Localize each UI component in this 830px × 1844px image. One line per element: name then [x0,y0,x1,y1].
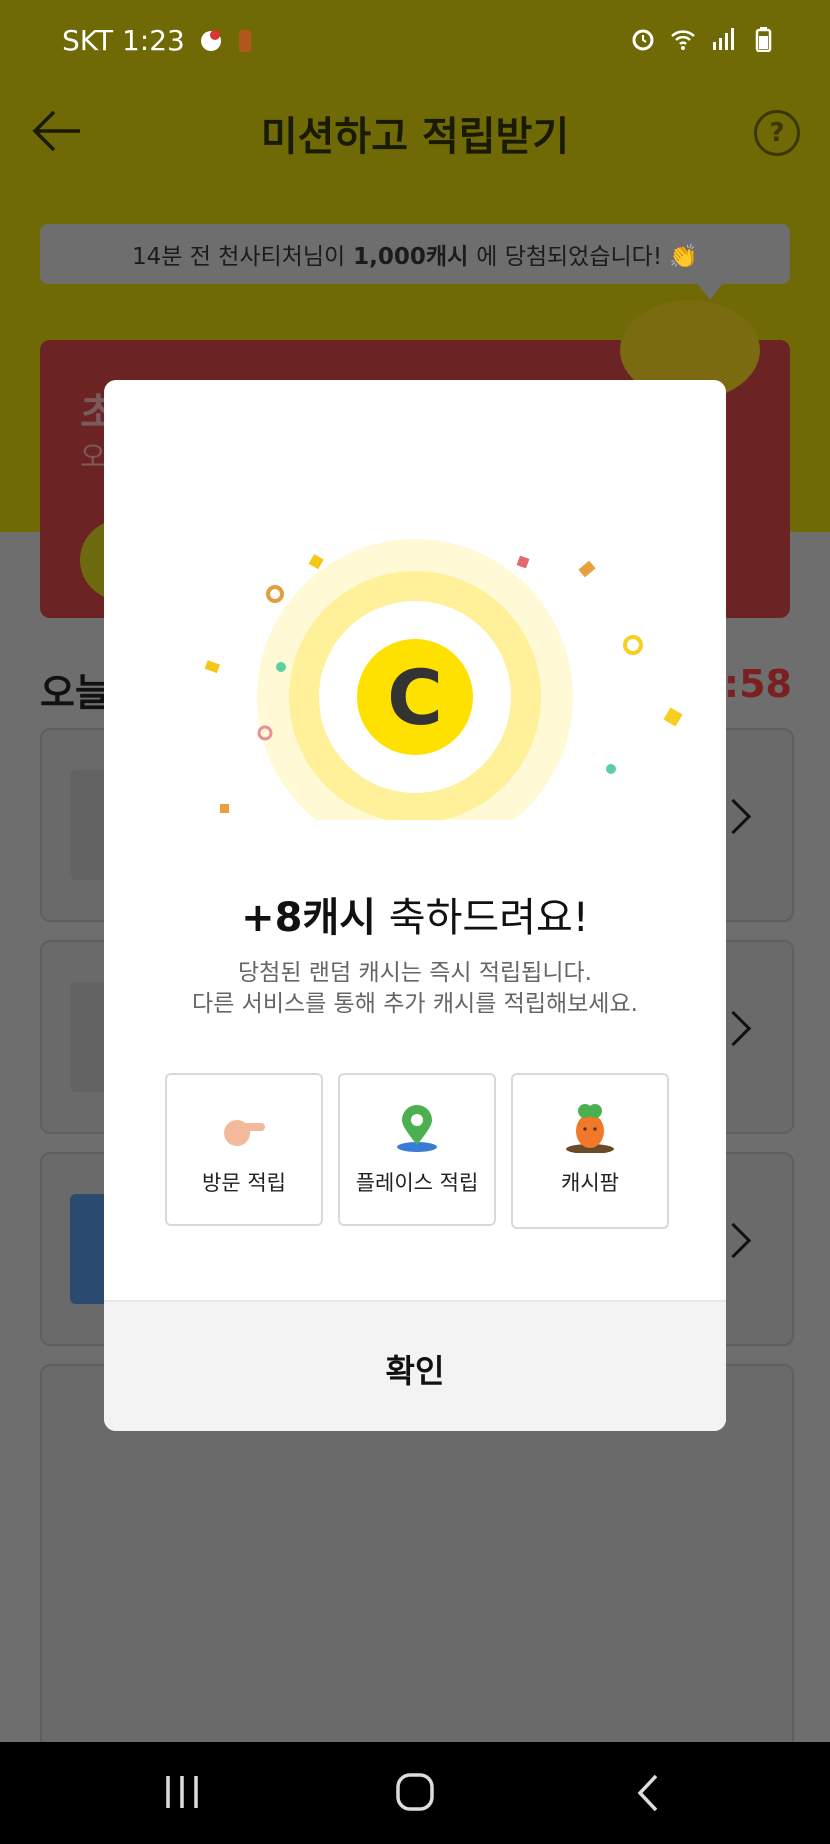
status-left: SKT 1:23 [62,24,253,57]
toast-tail [696,282,724,300]
congrats-text: 축하드려요! [376,895,589,941]
app-badge-icon [238,29,251,52]
confirm-label: 확인 [385,1352,445,1390]
notification-icon [200,29,221,51]
reward-description: 당첨된 랜덤 캐시는 즉시 적립됩니다. 다른 서비스를 통해 추가 캐시를 적… [104,958,726,1020]
toast-prefix: 14분 전 천사티처님이 [131,244,346,270]
pointing-hand-icon [224,1120,265,1146]
cash-farm-button[interactable]: 캐시팜 [511,1073,669,1229]
banner-subtitle: 오 [80,440,106,473]
place-reward-button[interactable]: 플레이스 적립 [338,1073,496,1226]
cash-farm-label: 캐시팜 [561,1171,619,1195]
alarm-icon [632,29,654,51]
status-bar: SKT 1:23 [0,0,830,84]
help-icon[interactable]: ? [754,110,800,156]
place-reward-label: 플레이스 적립 [355,1171,479,1195]
nav-back-icon[interactable] [588,1742,708,1844]
page-title: 미션하고 적립받기 [260,114,570,160]
carrot-icon [566,1104,614,1153]
wifi-icon [671,30,695,50]
coin-celebration-illustration: C [204,539,683,820]
reward-amount: +8캐시 [241,895,377,941]
recent-apps-icon[interactable] [122,1742,242,1844]
reward-dialog: C +8캐시 축하드려요! 당첨된 랜덤 캐시는 즉시 적립됩니다. 다른 서비… [104,380,726,1431]
location-pin-icon [397,1105,437,1152]
visit-reward-button[interactable]: 방문 적립 [165,1073,323,1226]
winner-toast: 14분 전 천사티처님이 1,000캐시 에 당첨되었습니다! 👏 [40,224,790,284]
reward-title: +8캐시 축하드려요! [104,885,726,943]
carrier-time: SKT 1:23 [62,24,185,57]
toast-suffix: 에 당첨되었습니다! 👏 [476,244,698,270]
status-right [630,26,776,52]
visit-reward-label: 방문 적립 [202,1171,286,1195]
signal-icon [713,28,734,50]
system-nav-bar [0,1742,830,1844]
confirm-button[interactable]: 확인 [104,1300,726,1431]
battery-icon [755,27,772,52]
description-line-2: 다른 서비스를 통해 추가 캐시를 적립해보세요. [192,991,638,1017]
section-title: 오늘 [40,671,110,715]
description-line-1: 당첨된 랜덤 캐시는 즉시 적립됩니다. [238,960,592,986]
home-icon[interactable] [355,1742,475,1844]
coin-letter: C [387,653,443,742]
toast-amount: 1,000캐시 [353,244,469,270]
